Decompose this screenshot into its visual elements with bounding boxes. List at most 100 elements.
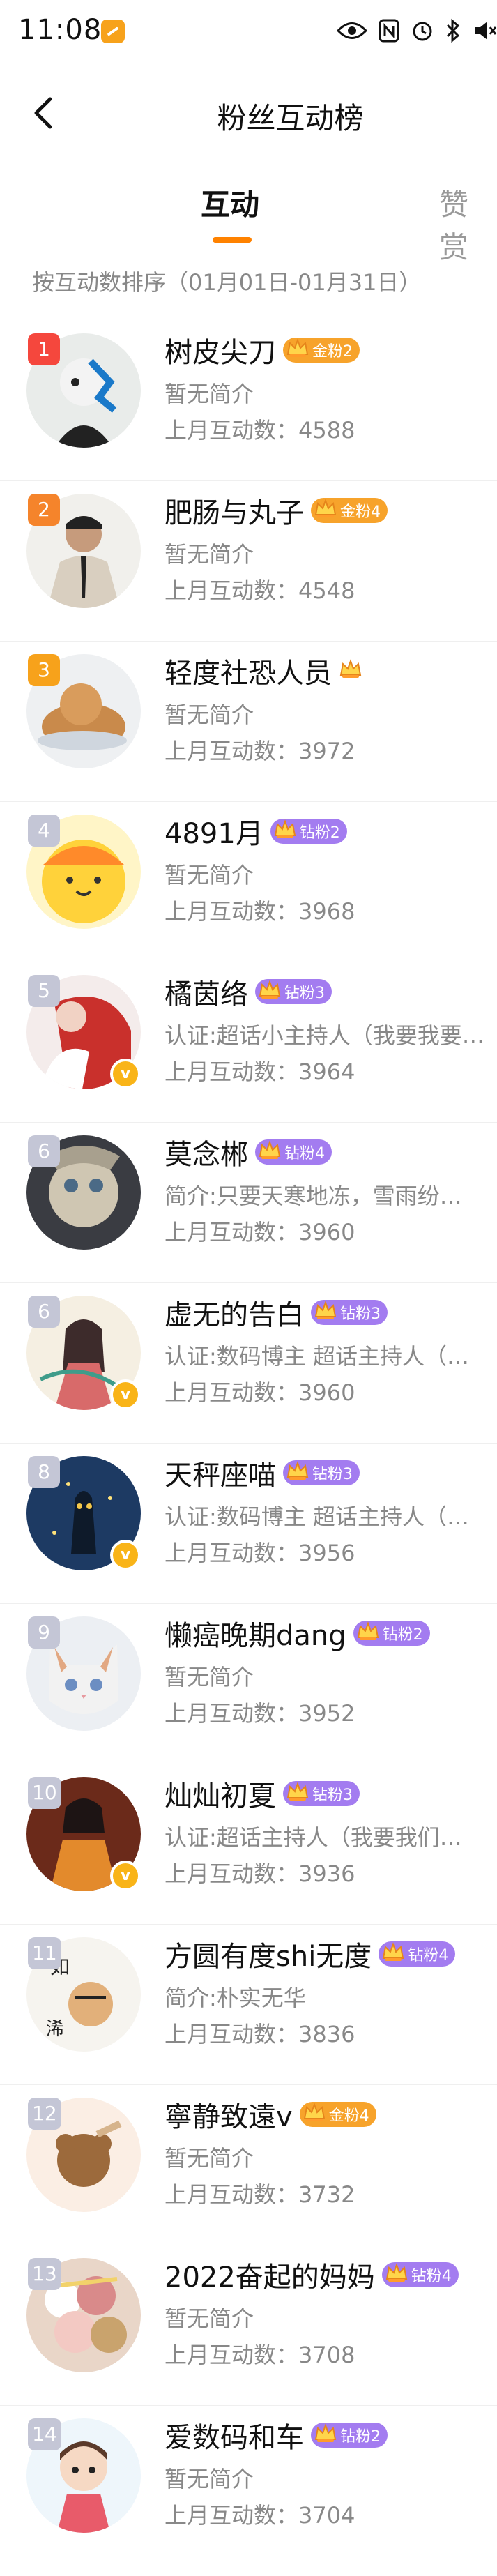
bluetooth-icon (446, 18, 460, 43)
fan-name[interactable]: 爱数码和车 (165, 2415, 304, 2455)
fan-row[interactable]: 10 v 灿灿初夏 钻粉3 认证:超话主持人（我要我们… 上月互动数：3936 (0, 1764, 497, 1925)
fan-row[interactable]: 6 莫念郴 钻粉4 简介:只要天寒地冻，雪雨纷… 上月互动数：3960 (0, 1123, 497, 1283)
fan-badge: 钻粉4 (381, 2262, 459, 2287)
interaction-count-line: 上月互动数：4548 (165, 573, 355, 605)
tab-interaction[interactable]: 互动 (201, 181, 259, 224)
crown-icon (258, 1139, 284, 1165)
verified-icon: v (110, 1059, 141, 1089)
fan-row[interactable]: 1 树皮尖刀 金粉2 暂无简介 上月互动数：4588 (0, 321, 497, 481)
svg-text:浠: 浠 (46, 2019, 64, 2040)
rank-badge: 3 (28, 654, 60, 686)
crown-icon (381, 1941, 408, 1967)
fan-row[interactable]: 8 v 天秤座喵 钻粉3 认证:数码博主 超话主持人（歌德 上月互动数：3956 (0, 1444, 497, 1604)
rank-badge: 8 (28, 1456, 60, 1488)
fan-name[interactable]: 4891月 (165, 811, 263, 851)
status-icons (337, 15, 497, 46)
verified-icon: v (110, 1540, 141, 1570)
rank-badge: 6 (28, 1135, 60, 1167)
fan-row[interactable]: 4 4891月 钻粉2 暂无简介 上月互动数：3968 (0, 802, 497, 962)
interaction-count-label: 上月互动数： (165, 577, 299, 604)
fan-badge: 钻粉4 (379, 1941, 456, 1967)
tab-bar: 互动 赞赏 (0, 160, 497, 264)
interaction-count: 3960 (298, 1379, 355, 1406)
name-line: 2022奋起的妈妈 钻粉4 (165, 2254, 459, 2296)
fan-description: 暂无简介 (165, 702, 254, 728)
interaction-count-label: 上月互动数： (165, 898, 299, 925)
rank-badge: 1 (28, 333, 60, 365)
interaction-count-label: 上月互动数： (165, 2181, 299, 2208)
fan-name[interactable]: 橘茵络 (165, 971, 248, 1012)
name-line: 树皮尖刀 金粉2 (165, 329, 360, 371)
interaction-count-line: 上月互动数：3960 (165, 1215, 355, 1247)
fan-badge-label: 钻粉4 (284, 1145, 325, 1162)
fan-row[interactable]: 14 爱数码和车 钻粉2 暂无简介 上月互动数：3704 (0, 2406, 497, 2566)
fan-badge: 金粉4 (311, 498, 388, 523)
crown-icon (314, 498, 340, 523)
fan-row[interactable]: 6 v 虚无的告白 钻粉3 认证:数码博主 超话主持人（莎士 上月互动数：396… (0, 1283, 497, 1444)
fan-badge-label: 金粉4 (340, 503, 381, 521)
interaction-count-line: 上月互动数：3732 (165, 2177, 355, 2209)
crown-icon (339, 658, 365, 683)
tab-reward[interactable]: 赞赏 (439, 181, 497, 266)
app-notification-icon (101, 20, 125, 43)
interaction-count: 3936 (298, 1861, 355, 1887)
interaction-count-line: 上月互动数：3960 (165, 1375, 355, 1407)
interaction-count: 3960 (298, 1219, 355, 1245)
fan-name[interactable]: 寧静致遠v (165, 2094, 293, 2135)
interaction-count-line: 上月互动数：3972 (165, 734, 355, 766)
fan-badge-label: 钻粉4 (408, 1947, 449, 1964)
fan-name[interactable]: 方圆有度shi无度 (165, 1934, 372, 1974)
fan-badge: 钻粉2 (353, 1621, 430, 1646)
fan-name[interactable]: 肥肠与丸子 (165, 490, 304, 531)
verified-icon: v (110, 1861, 141, 1891)
mute-icon (475, 22, 497, 40)
crown-icon (314, 1300, 340, 1325)
fan-list: 1 树皮尖刀 金粉2 暂无简介 上月互动数：4588 2 肥肠与丸子 金粉4 暂… (0, 321, 497, 2566)
crown-icon (273, 819, 300, 844)
fan-name[interactable]: 天秤座喵 (165, 1453, 276, 1493)
name-line: 4891月 钻粉2 (165, 810, 347, 852)
sort-note: 按互动数排序（01月01日-01月31日） (32, 269, 422, 296)
name-line: 轻度社恐人员 (165, 650, 365, 692)
fan-badge (339, 658, 365, 683)
interaction-count-line: 上月互动数：3936 (165, 1856, 355, 1888)
crown-icon (258, 979, 284, 1004)
crown-icon (314, 2423, 340, 2448)
rank-badge: 12 (28, 2098, 61, 2130)
fan-badge: 钻粉2 (311, 2423, 388, 2448)
rank-badge: 4 (28, 815, 60, 847)
rank-badge: 2 (28, 494, 60, 526)
fan-row[interactable]: 3 轻度社恐人员 暂无简介 上月互动数：3972 (0, 642, 497, 802)
fan-row[interactable]: 5 v 橘茵络 钻粉3 认证:超话小主持人（我要我要我… 上月互动数：3964 (0, 962, 497, 1123)
fan-badge: 钻粉3 (283, 1460, 360, 1485)
fan-row[interactable]: 13 2022奋起的妈妈 钻粉4 暂无简介 上月互动数：3708 (0, 2245, 497, 2406)
fan-name[interactable]: 虚无的告白 (165, 1292, 304, 1333)
interaction-count-label: 上月互动数： (165, 2021, 299, 2047)
interaction-count-label: 上月互动数： (165, 1861, 299, 1887)
fan-name[interactable]: 轻度社恐人员 (165, 651, 332, 691)
crown-icon (286, 1781, 312, 1806)
tab-active-indicator (213, 237, 252, 243)
crown-icon (303, 2102, 329, 2127)
fan-name[interactable]: 懒癌晚期dang (165, 1613, 346, 1653)
fan-row[interactable]: 9 懒癌晚期dang 钻粉2 暂无简介 上月互动数：3952 (0, 1604, 497, 1764)
fan-badge-label: 金粉2 (312, 343, 353, 361)
fan-name[interactable]: 莫念郴 (165, 1132, 248, 1172)
fan-name[interactable]: 树皮尖刀 (165, 330, 276, 370)
interaction-count-label: 上月互动数： (165, 1059, 299, 1085)
fan-row[interactable]: 2 肥肠与丸子 金粉4 暂无简介 上月互动数：4548 (0, 481, 497, 642)
fan-description: 认证:数码博主 超话主持人（莎士 (165, 1343, 485, 1370)
name-line: 灿灿初夏 钻粉3 (165, 1773, 360, 1814)
nfc-icon (379, 19, 399, 43)
name-line: 肥肠与丸子 金粉4 (165, 490, 388, 531)
fan-description: 简介:只要天寒地冻，雪雨纷… (165, 1183, 462, 1209)
name-line: 寧静致遠v 金粉4 (165, 2093, 376, 2135)
fan-badge: 金粉4 (299, 2102, 376, 2127)
fan-name[interactable]: 灿灿初夏 (165, 1773, 276, 1814)
fan-description: 认证:超话主持人（我要我们… (165, 1824, 462, 1851)
fan-row[interactable]: 如浠 11 方圆有度shi无度 钻粉4 简介:朴实无华 上月互动数：3836 (0, 1925, 497, 2085)
fan-badge-label: 钻粉3 (284, 985, 325, 1002)
interaction-count-label: 上月互动数： (165, 1219, 299, 1245)
fan-name[interactable]: 2022奋起的妈妈 (165, 2255, 375, 2295)
fan-row[interactable]: 12 寧静致遠v 金粉4 暂无简介 上月互动数：3732 (0, 2085, 497, 2245)
